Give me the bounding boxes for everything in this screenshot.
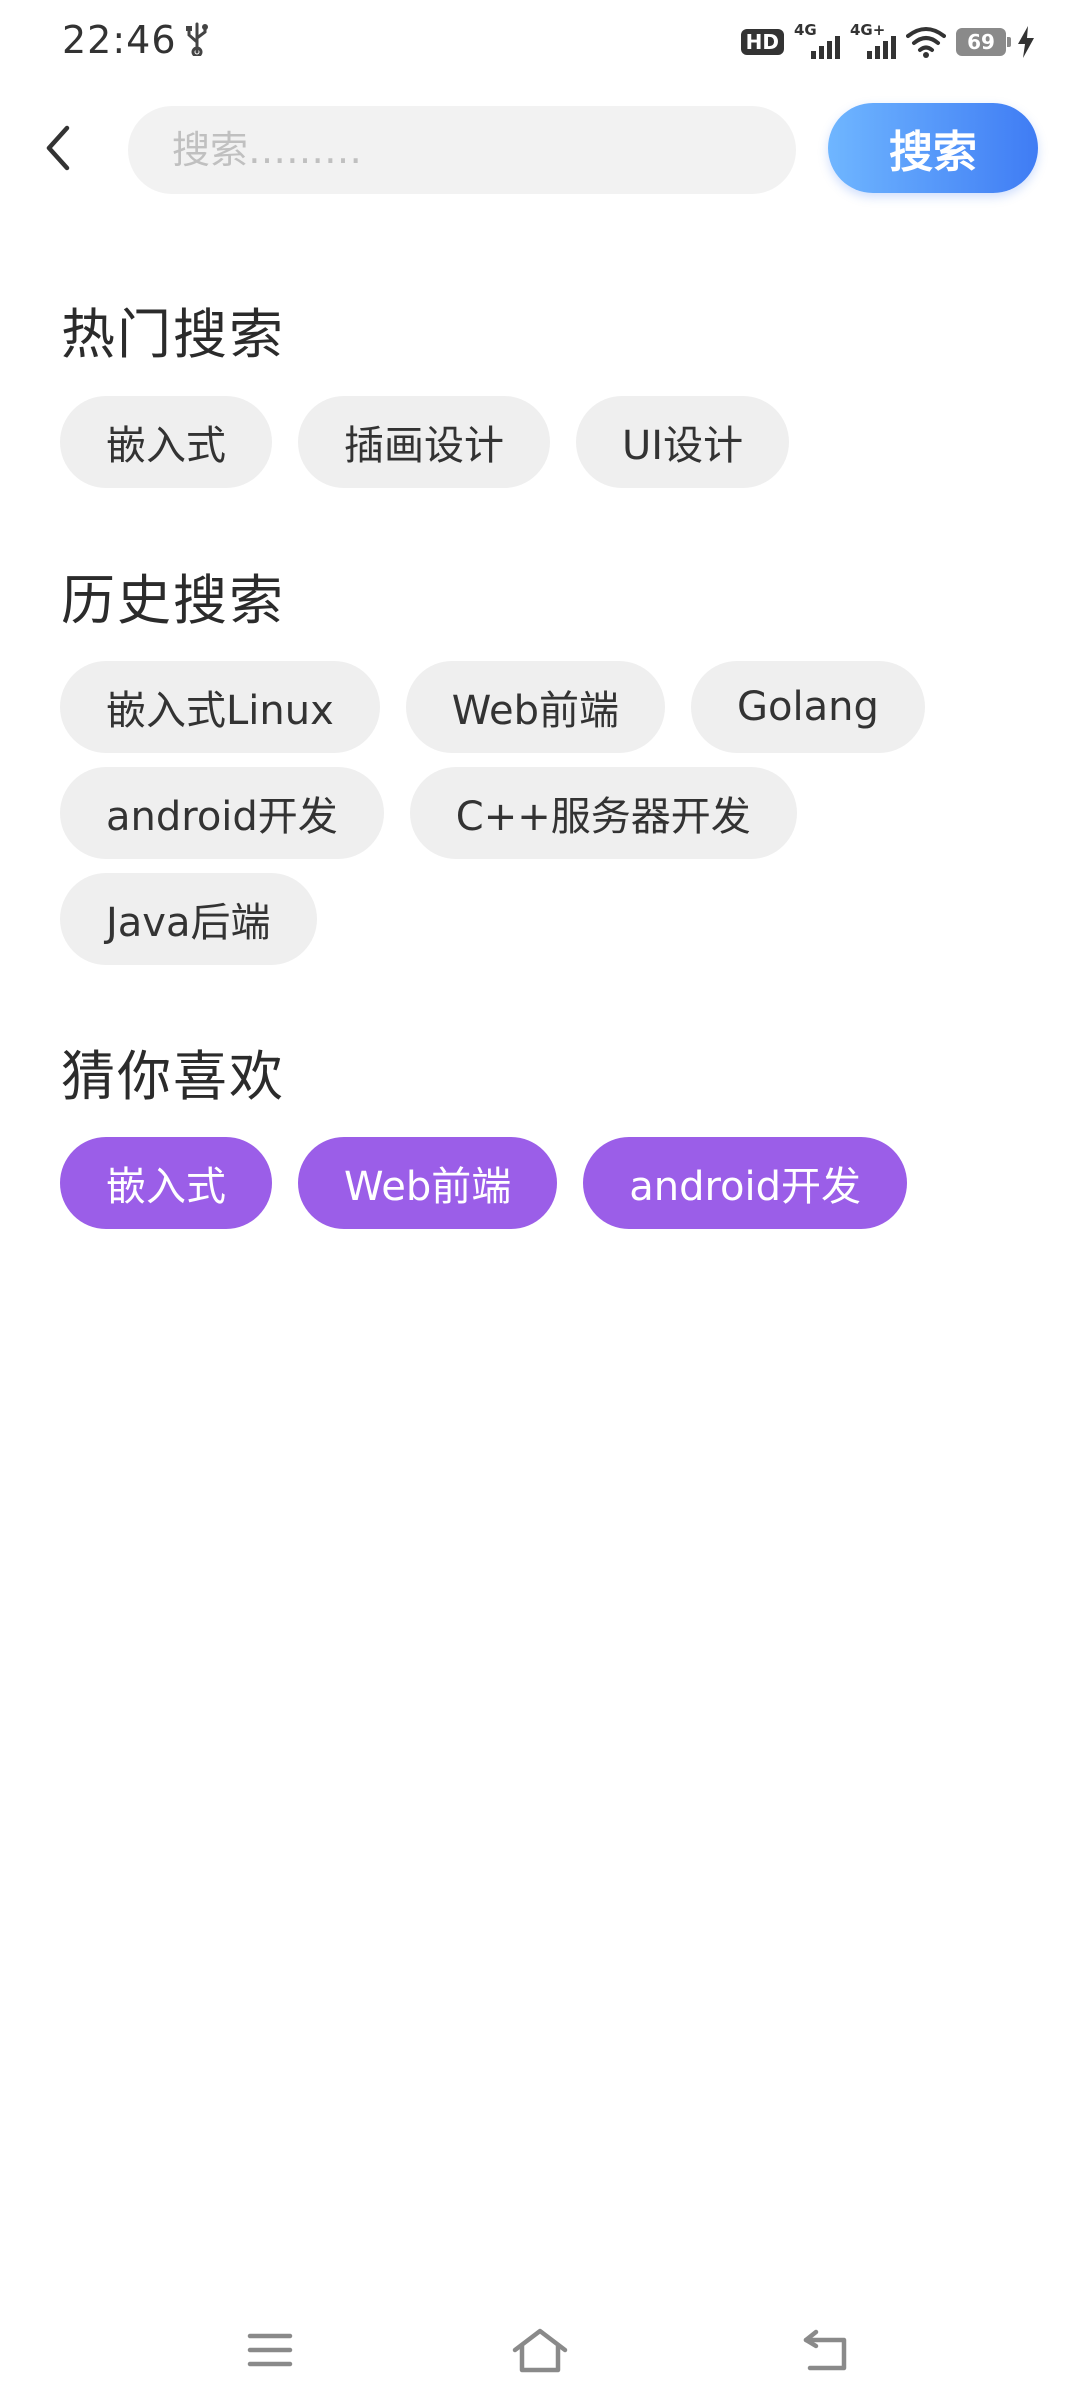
- usb-icon: [186, 22, 208, 56]
- nav-home-button[interactable]: [500, 2320, 580, 2380]
- search-box: [128, 106, 796, 194]
- signal-icon: 4G: [794, 21, 840, 59]
- status-icons: HD 4G 4G+ 69: [740, 21, 1036, 62]
- history-search-tags: 嵌入式Linux Web前端 Golang android开发 C++服务器开发…: [60, 661, 1040, 965]
- chevron-left-icon: [46, 125, 70, 171]
- hot-search-tag[interactable]: 嵌入式: [60, 396, 272, 488]
- history-search-tag[interactable]: Java后端: [60, 873, 317, 965]
- guess-you-like-tag[interactable]: android开发: [583, 1137, 908, 1229]
- signal-icon: 4G+: [850, 21, 896, 59]
- hot-search-title: 热门搜索: [61, 303, 285, 366]
- battery-icon: 69: [956, 28, 1011, 56]
- back-button[interactable]: [30, 112, 86, 184]
- hot-search-tag[interactable]: UI设计: [576, 396, 790, 488]
- guess-you-like-tags: 嵌入式 Web前端 android开发: [60, 1137, 1040, 1229]
- nav-menu-button[interactable]: [230, 2320, 310, 2380]
- history-search-tag[interactable]: android开发: [60, 767, 384, 859]
- charging-icon: [1018, 26, 1034, 58]
- hd-icon: HD: [740, 29, 784, 55]
- menu-icon: [247, 2333, 293, 2367]
- guess-you-like-tag[interactable]: Web前端: [298, 1137, 558, 1229]
- history-search-tag[interactable]: Web前端: [405, 661, 665, 753]
- nav-back-button[interactable]: [786, 2320, 866, 2380]
- wifi-icon: [906, 27, 946, 58]
- hot-search-tags: 嵌入式 插画设计 UI设计: [60, 396, 1040, 488]
- navigation-bar: [0, 2300, 1080, 2400]
- guess-you-like-title: 猜你喜欢: [61, 1045, 285, 1108]
- history-search-title: 历史搜索: [61, 569, 285, 632]
- history-search-tag[interactable]: C++服务器开发: [409, 767, 797, 859]
- back-icon: [803, 2329, 847, 2371]
- guess-you-like-tag[interactable]: 嵌入式: [60, 1137, 272, 1229]
- history-search-tag[interactable]: Golang: [691, 661, 925, 753]
- status-time: 22:46: [62, 18, 177, 62]
- search-button[interactable]: 搜索: [828, 103, 1038, 193]
- history-search-tag[interactable]: 嵌入式Linux: [60, 661, 380, 753]
- hot-search-tag[interactable]: 插画设计: [298, 396, 550, 488]
- search-input[interactable]: [128, 106, 796, 194]
- status-bar: 22:46 HD 4G 4G+ 69: [0, 0, 1080, 84]
- home-icon: [512, 2328, 568, 2373]
